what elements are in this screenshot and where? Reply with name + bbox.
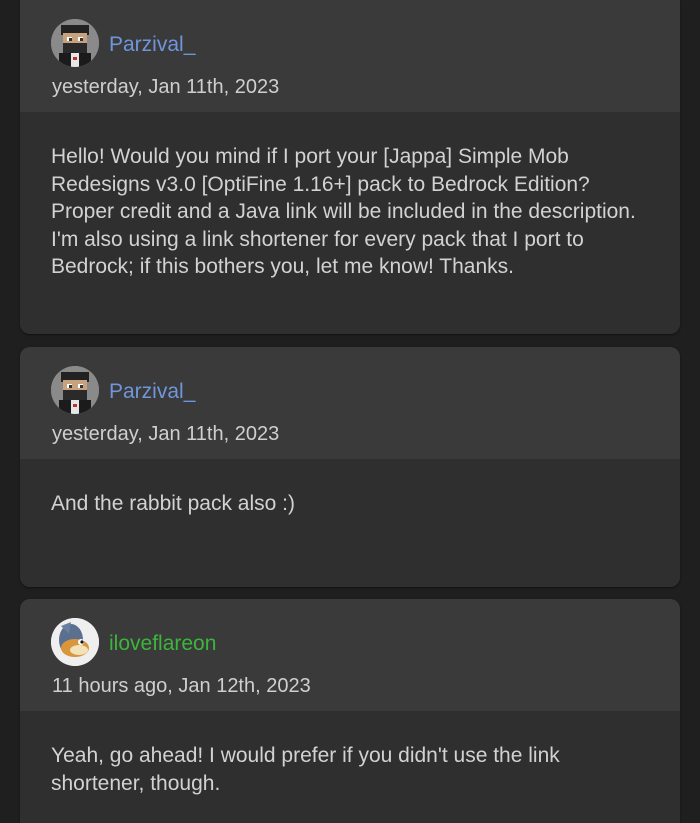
comment-header: iloveflareon 11 hours ago, Jan 12th, 202… [20, 599, 680, 711]
comment-card: Parzival_ yesterday, Jan 11th, 2023 And … [20, 347, 680, 587]
comment-header: Parzival_ yesterday, Jan 11th, 2023 [20, 0, 680, 112]
comment-body: Yeah, go ahead! I would prefer if you di… [20, 711, 680, 823]
comment-card: iloveflareon 11 hours ago, Jan 12th, 202… [20, 599, 680, 823]
comment-body: And the rabbit pack also :) [20, 459, 680, 587]
comment-header: Parzival_ yesterday, Jan 11th, 2023 [20, 347, 680, 459]
comment-timestamp: yesterday, Jan 11th, 2023 [52, 76, 280, 98]
flareon-avatar-icon[interactable] [51, 618, 99, 666]
minecraft-skin-avatar-icon[interactable] [51, 19, 99, 67]
comment-card: Parzival_ yesterday, Jan 11th, 2023 Hell… [20, 0, 680, 334]
comment-author[interactable]: Parzival_ [109, 380, 195, 404]
comment-timestamp: yesterday, Jan 11th, 2023 [52, 423, 280, 445]
comment-timestamp: 11 hours ago, Jan 12th, 2023 [52, 675, 311, 697]
comment-author[interactable]: iloveflareon [109, 632, 216, 656]
comment-body: Hello! Would you mind if I port your [Ja… [20, 112, 680, 334]
comment-thread: Parzival_ yesterday, Jan 11th, 2023 Hell… [0, 0, 700, 823]
minecraft-skin-avatar-icon[interactable] [51, 366, 99, 414]
comment-author[interactable]: Parzival_ [109, 33, 195, 57]
